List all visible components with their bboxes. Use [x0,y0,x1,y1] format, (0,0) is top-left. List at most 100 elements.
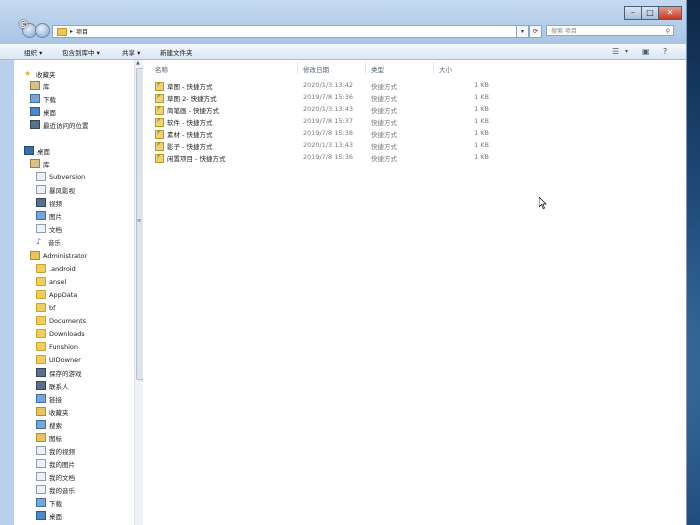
folder-icon [36,329,46,338]
sidebar-desktop-root[interactable]: 桌面 [24,145,50,156]
sidebar-item-pictures[interactable]: 图片 [36,210,62,221]
file-size: 1 KB [474,117,489,125]
search-icon[interactable]: ⚲ [666,26,670,37]
sidebar-user-folder-item[interactable]: 桌面 [36,510,62,521]
sidebar-user-folder-item[interactable]: .android [36,263,76,274]
folder-icon [36,303,46,312]
scroll-up-icon[interactable]: ▲ [136,60,140,66]
new-folder-button[interactable]: 新建文件夹 [160,47,193,57]
file-row[interactable]: ↗ 闲置项目 - 快捷方式 2019/7/8 15:36 快捷方式 1 KB [155,152,495,163]
file-row[interactable]: ↗ 草图 - 快捷方式 2020/1/3 13:42 快捷方式 1 KB [155,80,495,91]
sidebar-item-storm-video[interactable]: 暴风影视 [36,184,75,195]
sidebar-user-folder-item[interactable]: AppData [36,289,77,300]
sidebar-user-folder-item[interactable]: 我的音乐 [36,484,75,495]
sidebar-user-folder-item[interactable]: 联系人 [36,380,69,391]
folder-icon [36,498,46,507]
sidebar-item-label: ansel [49,277,67,286]
address-dropdown-button[interactable]: ▾ [516,25,529,38]
subversion-icon [36,172,46,181]
sidebar-user-root[interactable]: Administrator [30,250,87,261]
sidebar-item-desktop[interactable]: 桌面 [30,106,56,117]
file-date: 2020/1/3 13:43 [303,105,353,113]
sidebar-item-label: 联系人 [49,382,69,391]
forward-button[interactable] [35,23,50,38]
sidebar-library-root[interactable]: 库 [30,158,50,169]
column-divider[interactable] [365,62,366,74]
sidebar-user-folder-item[interactable]: UIDowner [36,354,81,365]
sidebar-user-folder-item[interactable]: 我的视频 [36,445,75,456]
sidebar-item-label: bf [49,303,56,312]
video-icon [36,198,46,207]
sidebar-user-folder-item[interactable]: Downloads [36,328,85,339]
file-row[interactable]: ↗ 简笔画 - 快捷方式 2020/1/3 13:43 快捷方式 1 KB [155,104,495,115]
folder-icon [36,355,46,364]
help-icon[interactable]: ? [663,47,667,56]
file-name: 简笔画 - 快捷方式 [167,107,219,115]
sidebar-item-documents[interactable]: 文档 [36,223,62,234]
sidebar-user-folder-item[interactable]: 我的图片 [36,458,75,469]
file-name: 软件 - 快捷方式 [167,119,213,127]
shortcut-arrow-icon: ↗ [156,82,161,88]
sidebar-item-subversion[interactable]: Subversion [36,171,85,182]
star-icon: ★ [24,68,32,78]
breadcrumb-current[interactable]: 项目 [76,27,88,36]
organize-menu[interactable]: 组织 ▾ [24,47,42,57]
sidebar-item-videos[interactable]: 视频 [36,197,62,208]
sidebar-item-label: 库 [43,82,50,91]
sidebar-user-folder-item[interactable]: 搜索 [36,419,62,430]
sidebar-user-folder-item[interactable]: bf [36,302,55,313]
sidebar-user-folder-item[interactable]: 链接 [36,393,62,404]
file-row[interactable]: ↗ 素材 - 快捷方式 2019/7/8 15:38 快捷方式 1 KB [155,128,495,139]
file-name: 闲置项目 - 快捷方式 [167,155,226,163]
navigation-pane: ★ 收藏夹 库 下载 桌面 最近访问的位置 桌面 库 Subversion 暴风… [14,60,134,525]
sidebar-user-folder-item[interactable]: Documents [36,315,86,326]
address-bar[interactable]: ▸ 项目 [52,25,524,38]
sidebar-user-folder-item[interactable]: 我的文档 [36,471,75,482]
mouse-cursor-icon [539,197,547,209]
file-type: 快捷方式 [371,107,397,115]
sidebar-favorites[interactable]: ★ 收藏夹 [24,68,56,79]
column-divider[interactable] [433,62,434,74]
share-menu[interactable]: 共享 ▾ [122,47,140,57]
sidebar-item-label: Subversion [49,172,86,181]
file-row[interactable]: ↗ 影子 - 快捷方式 2020/1/3 13:43 快捷方式 1 KB [155,140,495,151]
sidebar-user-folder-item[interactable]: Funshion [36,341,78,352]
file-type: 快捷方式 [371,155,397,163]
search-input[interactable]: 搜索 项目 ⚲ [546,25,674,36]
view-options-icon[interactable]: ☰ [612,47,619,56]
column-header-size[interactable]: 大小 [439,64,452,74]
close-button[interactable]: ✕ [658,6,682,20]
minimize-button[interactable]: – [624,6,642,20]
file-type: 快捷方式 [371,131,397,139]
sidebar-item-library[interactable]: 库 [30,80,50,91]
sidebar-item-downloads[interactable]: 下载 [30,93,56,104]
sidebar-user-folder-item[interactable]: 保存的游戏 [36,367,82,378]
sidebar-item-label: 视频 [49,199,62,208]
sidebar-item-label: 桌面 [43,108,56,117]
file-date: 2020/1/3 13:42 [303,81,353,89]
column-divider[interactable] [297,62,298,74]
refresh-button[interactable]: ⟳ [529,25,542,38]
sidebar-user-folder-item[interactable]: ansel [36,276,66,287]
column-header-type[interactable]: 类型 [371,64,384,74]
shortcut-arrow-icon: ↗ [156,94,161,100]
file-row[interactable]: ↗ 草图 2- 快捷方式 2019/7/8 15:36 快捷方式 1 KB [155,92,495,103]
view-dropdown-icon[interactable]: ▾ [625,48,628,55]
file-row[interactable]: ↗ 软件 - 快捷方式 2019/7/8 15:37 快捷方式 1 KB [155,116,495,127]
column-header-date[interactable]: 修改日期 [303,64,329,74]
folder-icon [36,342,46,351]
maximize-button[interactable]: □ [641,6,659,20]
column-header-name[interactable]: 名称 [155,64,168,74]
sidebar-item-label: Downloads [49,329,85,338]
sidebar-user-folder-item[interactable]: 下载 [36,497,62,508]
sidebar-user-folder-item[interactable]: 图标 [36,432,62,443]
sidebar-item-label: UIDowner [49,355,81,364]
breadcrumb-separator-icon[interactable]: ▸ [70,28,73,35]
sidebar-item-music[interactable]: ♪ 音乐 [36,236,61,247]
preview-pane-icon[interactable]: ▣ [642,47,650,56]
folder-icon [36,433,46,442]
sidebar-user-folder-item[interactable]: 收藏夹 [36,406,69,417]
document-icon [36,224,46,233]
sidebar-item-recent[interactable]: 最近访问的位置 [30,119,89,130]
include-in-library-menu[interactable]: 包含到库中 ▾ [62,47,100,57]
